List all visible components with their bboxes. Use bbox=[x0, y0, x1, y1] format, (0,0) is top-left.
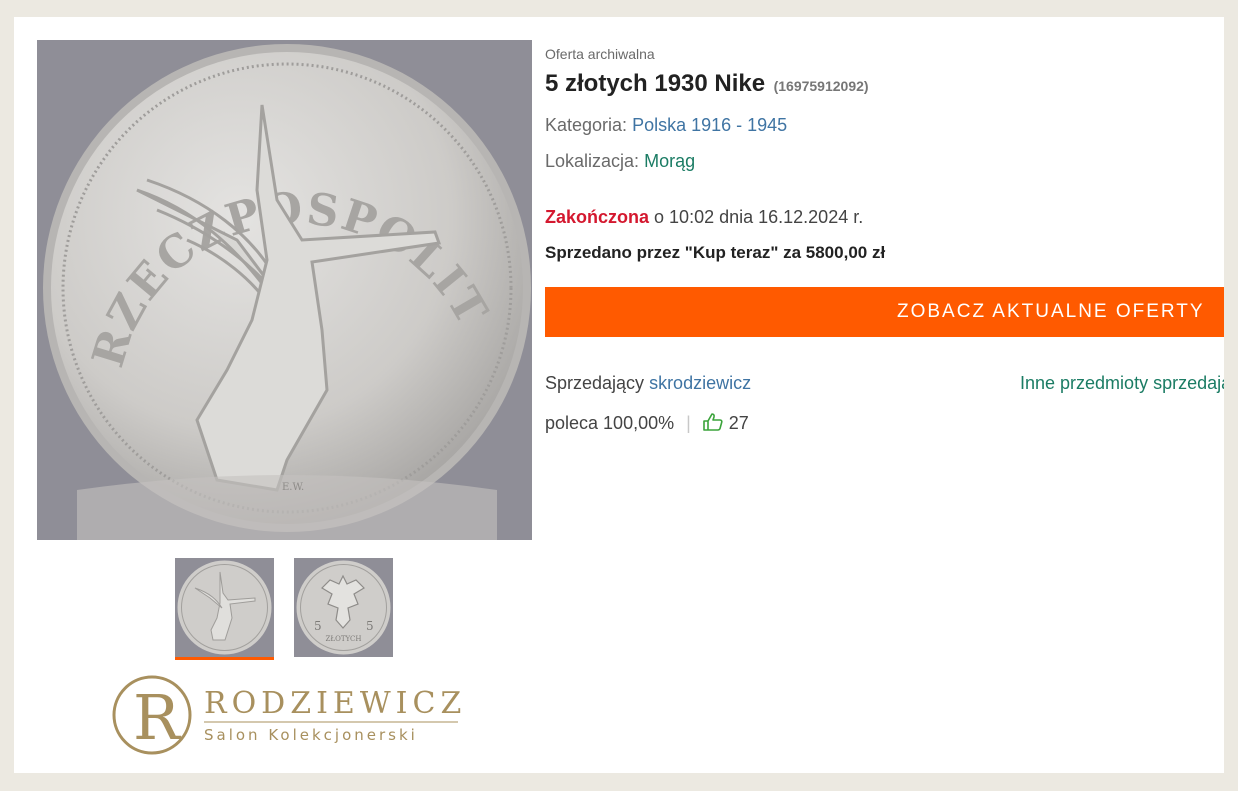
ended-row: Zakończona o 10:02 dnia 16.12.2024 r. bbox=[545, 207, 863, 228]
recommend-percentage: poleca 100,00% bbox=[545, 413, 675, 433]
rating-separator: | bbox=[686, 413, 691, 433]
thumbs-up-icon bbox=[702, 413, 723, 436]
thumbnail-obverse-image bbox=[175, 558, 274, 657]
coin-obverse-image: RZECZPOSPOLITA POLSKA E.W. bbox=[37, 40, 532, 540]
page-title: 5 złotych 1930 Nike bbox=[545, 70, 766, 97]
see-current-offers-button[interactable]: ZOBACZ AKTUALNE OFERTY bbox=[545, 287, 1224, 337]
seller-link[interactable]: skrodziewicz bbox=[649, 373, 751, 393]
seller-rating-row: poleca 100,00% | 27 bbox=[545, 413, 749, 436]
seller-label: Sprzedający bbox=[545, 373, 650, 393]
coin-signature: E.W. bbox=[282, 482, 304, 493]
logo-letter: R bbox=[133, 681, 182, 754]
ended-status: Zakończona bbox=[545, 207, 650, 227]
ended-datetime: o 10:02 dnia 16.12.2024 r. bbox=[649, 207, 864, 227]
logo-tagline: Salon Kolekcjonerski bbox=[204, 726, 418, 744]
other-items-link[interactable]: Inne przedmioty sprzedającego bbox=[1020, 373, 1224, 394]
reverse-unit: ZŁOTYCH bbox=[326, 635, 362, 643]
cta-label: ZOBACZ AKTUALNE OFERTY bbox=[897, 301, 1205, 322]
category-row: Kategoria: Polska 1916 - 1945 bbox=[545, 115, 787, 136]
archived-label: Oferta archiwalna bbox=[545, 46, 655, 62]
listing-info: Oferta archiwalna 5 złotych 1930 Nike (1… bbox=[545, 17, 1224, 773]
seller-row: Sprzedający skrodziewicz bbox=[545, 373, 751, 394]
category-link[interactable]: Polska 1916 - 1945 bbox=[632, 115, 787, 135]
logo-name: RODZIEWICZ bbox=[204, 686, 464, 721]
rodziewicz-logo-image: R RODZIEWICZ Salon Kolekcjonerski bbox=[112, 675, 464, 755]
offer-id: (16975912092) bbox=[773, 78, 869, 94]
category-label: Kategoria: bbox=[545, 115, 628, 135]
reverse-denomination-right: 5 bbox=[366, 619, 374, 633]
thumbnail-reverse[interactable]: 5 5 ZŁOTYCH bbox=[294, 558, 393, 657]
active-thumbnail-indicator bbox=[175, 657, 274, 660]
likes-count: 27 bbox=[728, 413, 749, 433]
seller-logo: R RODZIEWICZ Salon Kolekcjonerski bbox=[100, 663, 464, 763]
thumbnail-reverse-image: 5 5 ZŁOTYCH bbox=[294, 558, 393, 657]
location-row: Lokalizacja: Morąg bbox=[545, 151, 695, 172]
listing-card: RZECZPOSPOLITA POLSKA E.W. 5 5 ZŁOTYCH bbox=[14, 17, 1224, 773]
sold-info: Sprzedano przez "Kup teraz" za 5800,00 z… bbox=[545, 243, 886, 262]
thumbnail-obverse[interactable] bbox=[175, 558, 274, 657]
reverse-denomination-left: 5 bbox=[314, 619, 322, 633]
location-label: Lokalizacja: bbox=[545, 151, 640, 171]
location-link[interactable]: Morąg bbox=[644, 151, 695, 171]
title-row: 5 złotych 1930 Nike (16975912092) bbox=[545, 70, 869, 98]
main-photo[interactable]: RZECZPOSPOLITA POLSKA E.W. bbox=[37, 40, 532, 540]
